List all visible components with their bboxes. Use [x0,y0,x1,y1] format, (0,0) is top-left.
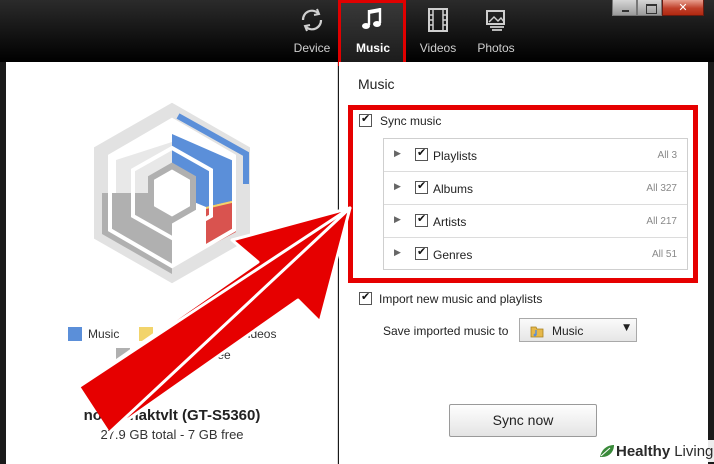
tab-bar: Device Music Videos Photos [287,0,525,66]
legend-swatch-music [68,327,82,341]
legend-videos: Videos [220,327,276,341]
tab-videos-label: Videos [419,41,457,55]
legend-label-music: Music [88,327,120,341]
maximize-button[interactable] [637,0,662,16]
save-location-label: Save imported music to [383,324,509,338]
tab-photos[interactable]: Photos [467,0,525,62]
sync-icon [301,8,323,32]
legend-other: Other [116,348,166,362]
legend-swatch-pictures [139,327,153,341]
watermark: Healthy Living [596,440,714,462]
top-toolbar: Device Music Videos Photos ✕ [0,0,714,66]
legend-swatch-other [116,348,130,362]
tab-photos-label: Photos [477,41,515,55]
legend-label-free: Free [206,348,231,362]
save-location-value: Music [552,324,584,338]
save-location-dropdown[interactable]: Music ▼ [519,318,637,342]
music-note-icon [362,8,382,29]
tab-music[interactable]: Music [338,0,406,66]
leaf-icon [600,445,614,457]
legend-free: Free [186,348,231,362]
legend-label-other: Other [136,348,167,362]
legend-swatch-free [186,348,200,362]
device-storage: 27.9 GB total - 7 GB free [100,427,244,442]
sync-now-button[interactable]: Sync now [449,404,597,437]
close-icon: ✕ [678,1,688,14]
window-border-right [708,62,714,464]
legend-swatch-videos [220,327,234,341]
tab-device[interactable]: Device [287,0,337,62]
minimize-button[interactable] [612,0,637,16]
tab-device-label: Device [293,41,331,55]
import-label: Import new music and playlists [379,292,543,306]
legend-label-pictures: Pictures [159,327,203,341]
photo-icon [486,10,505,31]
annotation-highlight-box [348,105,698,283]
device-name: noktvrnaktvlt (GT-S5360) [83,407,261,424]
close-button[interactable]: ✕ [662,0,704,16]
watermark-brand: Healthy [616,442,671,460]
storage-usage-hexagon [94,102,250,284]
window-controls: ✕ [612,0,704,17]
chevron-down-icon: ▼ [623,323,630,333]
tab-videos[interactable]: Videos [409,0,467,62]
folder-icon [530,326,544,338]
import-checkbox[interactable] [359,290,372,305]
legend-label-videos: Videos [240,327,277,341]
device-panel: Music Pictures Videos Other Free noktvrn… [6,62,338,464]
legend-music: Music [68,327,119,341]
legend-pictures: Pictures [139,327,202,341]
tab-music-label: Music [355,41,390,55]
section-title: Music [358,76,395,92]
watermark-brand-2: Living [674,442,714,460]
film-icon [428,8,448,32]
